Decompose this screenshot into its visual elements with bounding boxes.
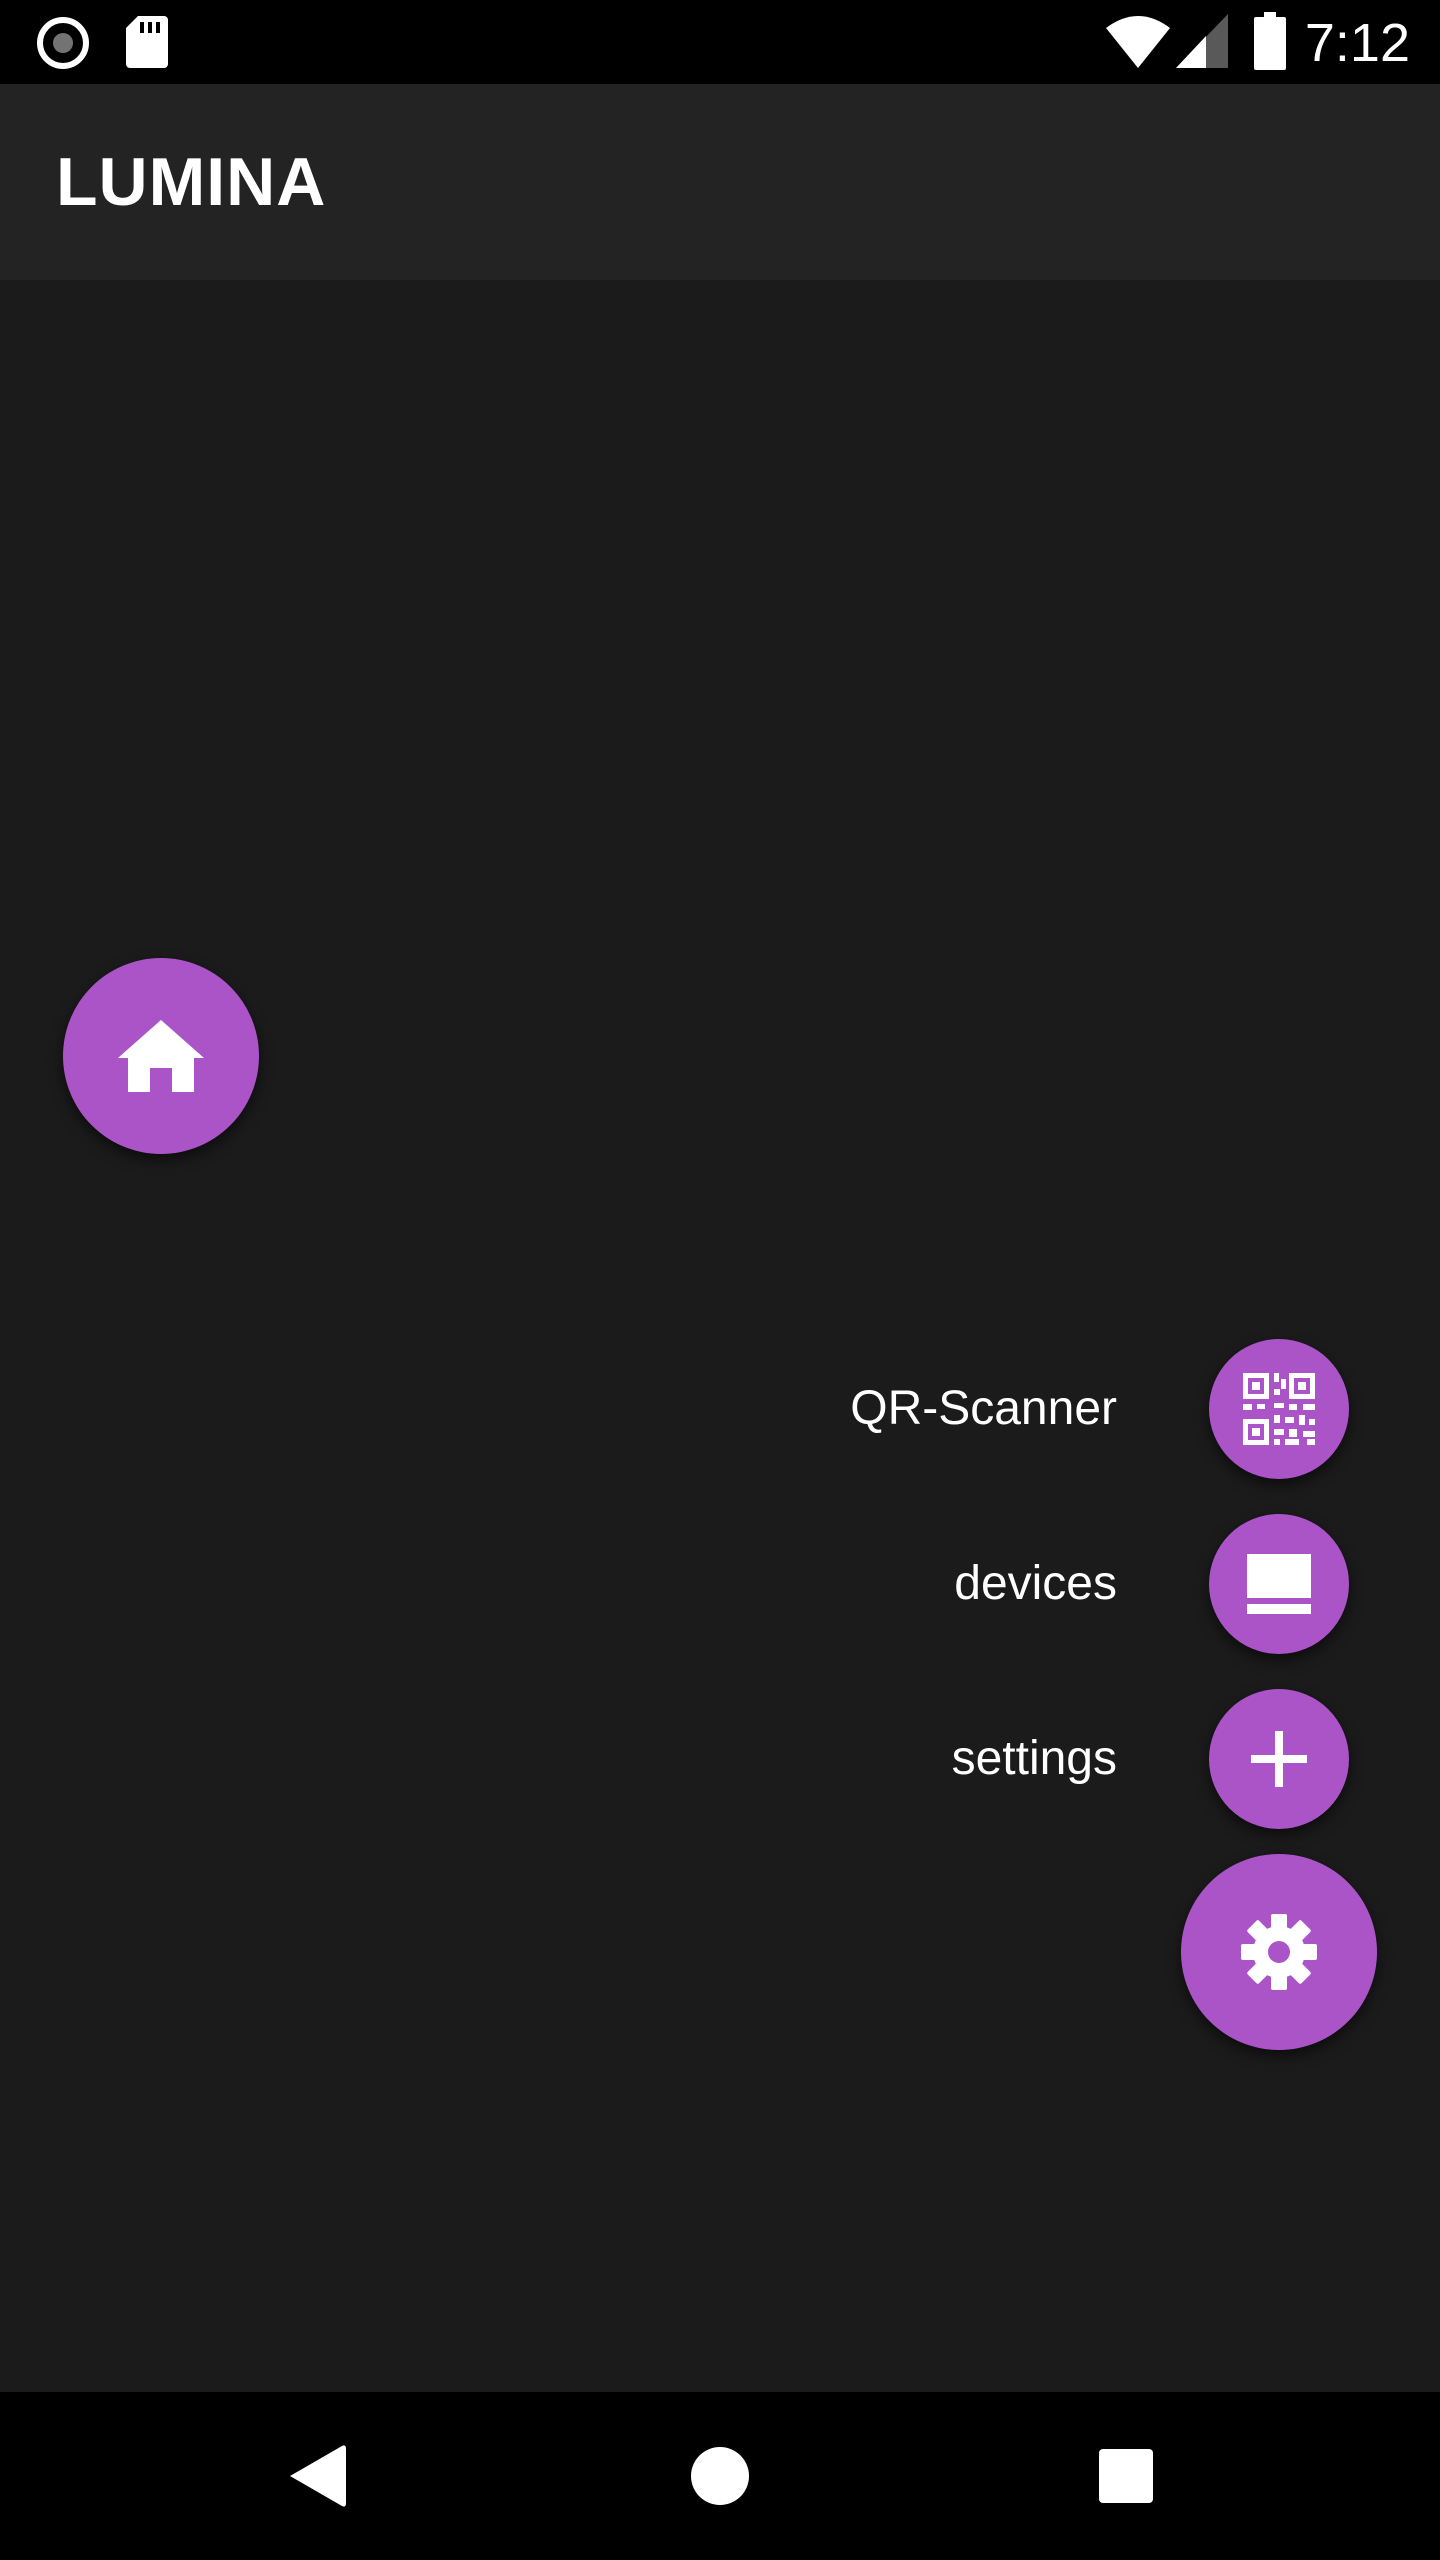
status-time: 7:12: [1304, 13, 1410, 73]
app-bar: LUMINA: [0, 84, 1440, 280]
devices-label[interactable]: devices: [954, 1514, 1117, 1654]
status-bar: 7:12: [0, 0, 1440, 84]
gear-icon: [1241, 1914, 1317, 1990]
qr-code-icon: [1243, 1373, 1315, 1445]
app-title: LUMINA: [56, 144, 327, 220]
devices-button[interactable]: [1209, 1514, 1349, 1654]
settings-button[interactable]: [1209, 1689, 1349, 1829]
sd-card-icon: [126, 16, 168, 68]
nav-recents-button[interactable]: [1082, 2432, 1170, 2520]
qr-scanner-button[interactable]: [1209, 1339, 1349, 1479]
main-content: [0, 280, 1440, 2392]
nav-home-button[interactable]: [676, 2432, 764, 2520]
wifi-icon: [1106, 16, 1170, 68]
qr-scanner-label[interactable]: QR-Scanner: [850, 1339, 1117, 1479]
back-icon: [290, 2445, 346, 2507]
navigation-bar: [0, 2392, 1440, 2560]
home-circle-icon: [691, 2447, 749, 2505]
home-icon: [118, 1020, 204, 1092]
cell-signal-icon: [1176, 14, 1228, 68]
battery-icon: [1254, 12, 1286, 70]
nav-back-button[interactable]: [272, 2432, 360, 2520]
devices-icon: [1247, 1554, 1311, 1614]
plus-icon: [1251, 1731, 1307, 1787]
settings-fab[interactable]: [1181, 1854, 1377, 2050]
recents-icon: [1099, 2449, 1153, 2503]
app-screen: 7:12 LUMINA QR-Scanner devices settings: [0, 0, 1440, 2560]
record-icon: [37, 17, 89, 69]
settings-label[interactable]: settings: [952, 1689, 1117, 1829]
home-button[interactable]: [63, 958, 259, 1154]
